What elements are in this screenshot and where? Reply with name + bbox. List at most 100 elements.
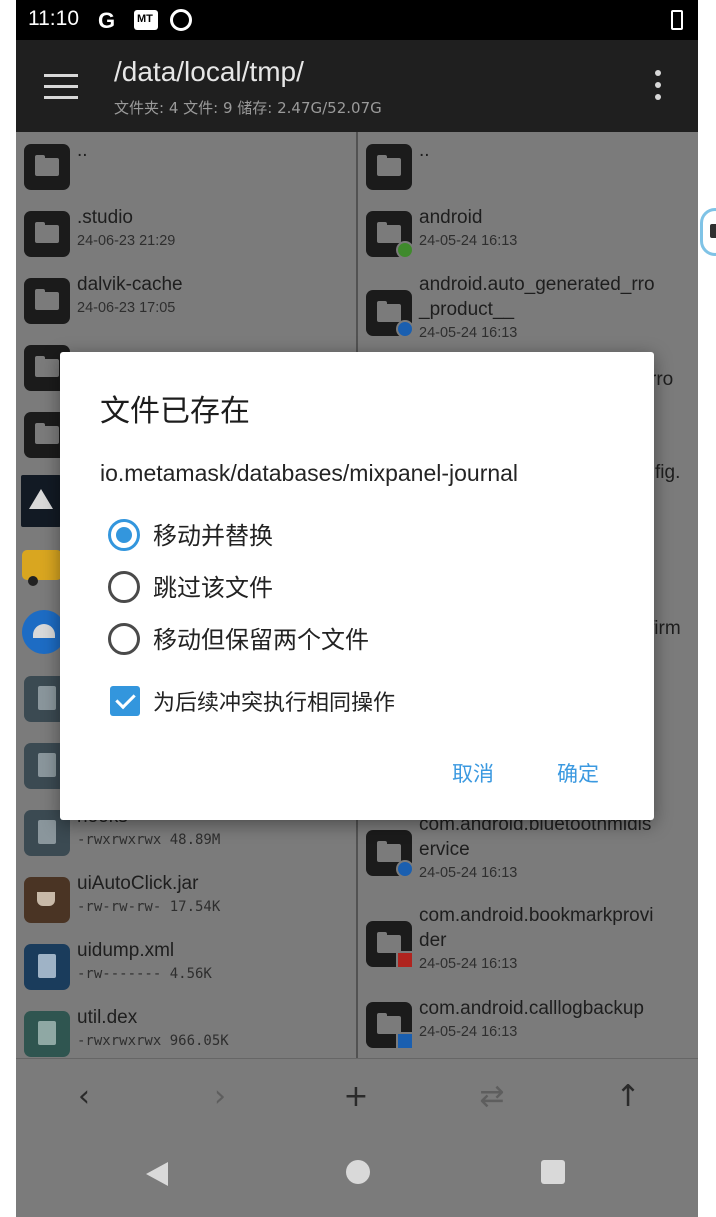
status-time: 11:10 (28, 7, 79, 30)
bottom-toolbar: ‹ › + ⇄ ↑ (16, 1058, 698, 1132)
list-item[interactable]: com.android.bookmarkprovi der 24-05-24 1… (358, 905, 698, 979)
file-name: .studio (77, 207, 133, 228)
file-permissions-size: -rw-rw-rw- 17.54K (77, 899, 221, 915)
radio-button[interactable] (108, 571, 140, 603)
dex-file-icon (24, 1011, 70, 1057)
list-item[interactable]: .. (358, 140, 698, 190)
option-skip-file[interactable]: 跳过该文件 (108, 568, 608, 604)
file-permissions-size: -rwxrwxrwx 966.05K (77, 1033, 229, 1049)
settings-badge-icon (396, 241, 414, 259)
bus-app-icon (22, 550, 62, 580)
list-item[interactable]: android 24-05-24 16:13 (358, 207, 698, 259)
vpn-icon (170, 9, 192, 31)
folder-icon (366, 211, 414, 259)
mt-icon-label: MT (137, 13, 153, 25)
android-badge-icon (396, 860, 414, 878)
partial-file-name: fig. (655, 462, 681, 483)
apply-to-all-checkbox[interactable] (110, 686, 140, 716)
file-date: 24-05-24 16:13 (419, 325, 518, 341)
google-icon: G (98, 8, 116, 33)
list-item[interactable]: util.dex -rwxrwxrwx 966.05K (16, 1007, 356, 1057)
battery-charging-icon (671, 10, 683, 30)
file-name-line2: der (419, 930, 447, 951)
back-arrow-icon[interactable]: ‹ (64, 1077, 104, 1117)
folder-icon (366, 290, 414, 338)
list-item[interactable]: .studio 24-06-23 21:29 (16, 207, 356, 257)
app-bar: /data/local/tmp/ 文件夹: 4 文件: 9 储存: 2.47G/… (16, 40, 698, 132)
forward-arrow-icon[interactable]: › (200, 1077, 240, 1117)
folder-icon (366, 921, 414, 969)
conflict-file-path: io.metamask/databases/mixpanel-journal (100, 460, 519, 486)
folder-icon (366, 830, 414, 878)
app-logo-icon (21, 475, 61, 527)
file-permissions-size: -rw------- 4.56K (77, 966, 212, 982)
parent-folder-icon[interactable]: ↑ (608, 1077, 648, 1117)
screen-border-left (0, 0, 16, 1217)
file-date: 24-05-24 16:13 (419, 1024, 518, 1040)
file-name: com.android.bookmarkprovi (419, 905, 654, 926)
apply-to-all-option[interactable]: 为后续冲突执行相同操作 (110, 684, 610, 720)
radio-button[interactable] (108, 623, 140, 655)
status-bar: 11:10 G MT (16, 0, 698, 40)
list-item[interactable]: com.android.bluetoothmidis ervice 24-05-… (358, 814, 698, 888)
list-item[interactable]: dalvik-cache 24-06-23 17:05 (16, 274, 356, 324)
file-date: 24-06-23 21:29 (77, 233, 176, 249)
ok-button[interactable]: 确定 (557, 758, 599, 788)
list-item[interactable]: com.android.calllogbackup 24-05-24 16:13 (358, 998, 698, 1050)
file-name-line2: ervice (419, 839, 470, 860)
list-item[interactable]: uidump.xml -rw------- 4.56K (16, 940, 356, 990)
current-path-title: /data/local/tmp/ (114, 56, 304, 87)
folder-icon (366, 144, 412, 190)
folder-icon (366, 1002, 414, 1050)
menu-icon[interactable] (44, 74, 78, 100)
option-keep-both[interactable]: 移动但保留两个文件 (108, 620, 608, 656)
file-name-line2: _product__ (419, 299, 515, 320)
nav-back-icon[interactable] (146, 1162, 168, 1186)
swap-panes-icon[interactable]: ⇄ (472, 1077, 512, 1117)
file-name: uiAutoClick.jar (77, 873, 199, 894)
file-exists-dialog: 文件已存在 io.metamask/databases/mixpanel-jou… (60, 352, 654, 820)
xml-file-icon (24, 944, 70, 990)
bookmark-badge-icon (396, 951, 414, 969)
nav-recents-icon[interactable] (541, 1160, 565, 1184)
radio-button[interactable] (108, 519, 140, 551)
option-label: 跳过该文件 (153, 574, 273, 602)
screen-border-right (698, 0, 716, 1217)
file-permissions-size: -rwxrwxrwx 48.89M (77, 832, 221, 848)
file-name: uidump.xml (77, 940, 175, 961)
file-date: 24-05-24 16:13 (419, 865, 518, 881)
system-nav-bar (16, 1132, 698, 1217)
file-date: 24-05-24 16:13 (419, 233, 518, 249)
nav-home-icon[interactable] (346, 1160, 370, 1184)
file-name: dalvik-cache (77, 274, 183, 295)
jar-file-icon (24, 877, 70, 923)
file-date: 24-05-24 16:13 (419, 956, 518, 972)
list-item[interactable]: .. (16, 140, 356, 190)
folder-icon (24, 211, 70, 257)
mt-icon: MT (134, 10, 158, 30)
file-name: com.android.calllogbackup (419, 998, 644, 1019)
file-name: .. (77, 140, 88, 161)
folder-icon (24, 144, 70, 190)
handle-grip-icon (710, 224, 716, 238)
bus-wheel-icon (28, 576, 38, 586)
file-date: 24-06-23 17:05 (77, 300, 176, 316)
dialog-title: 文件已存在 (100, 394, 250, 429)
option-label: 移动并替换 (153, 522, 273, 550)
add-icon[interactable]: + (336, 1077, 376, 1117)
file-name: util.dex (77, 1007, 138, 1028)
file-name: .. (419, 140, 430, 161)
folder-stats: 文件夹: 4 文件: 9 储存: 2.47G/52.07G (114, 99, 382, 117)
file-name: android (419, 207, 483, 228)
list-item[interactable]: uiAutoClick.jar -rw-rw-rw- 17.54K (16, 873, 356, 923)
option-move-replace[interactable]: 移动并替换 (108, 516, 608, 552)
apply-to-all-label: 为后续冲突执行相同操作 (153, 691, 396, 716)
more-options-icon[interactable] (652, 70, 664, 104)
android-badge-icon (396, 320, 414, 338)
file-name: android.auto_generated_rro (419, 274, 655, 295)
folder-icon (24, 278, 70, 324)
cancel-button[interactable]: 取消 (452, 758, 494, 788)
list-item[interactable]: android.auto_generated_rro _product__ 24… (358, 274, 698, 348)
contact-badge-icon (396, 1032, 414, 1050)
option-label: 移动但保留两个文件 (153, 626, 369, 654)
